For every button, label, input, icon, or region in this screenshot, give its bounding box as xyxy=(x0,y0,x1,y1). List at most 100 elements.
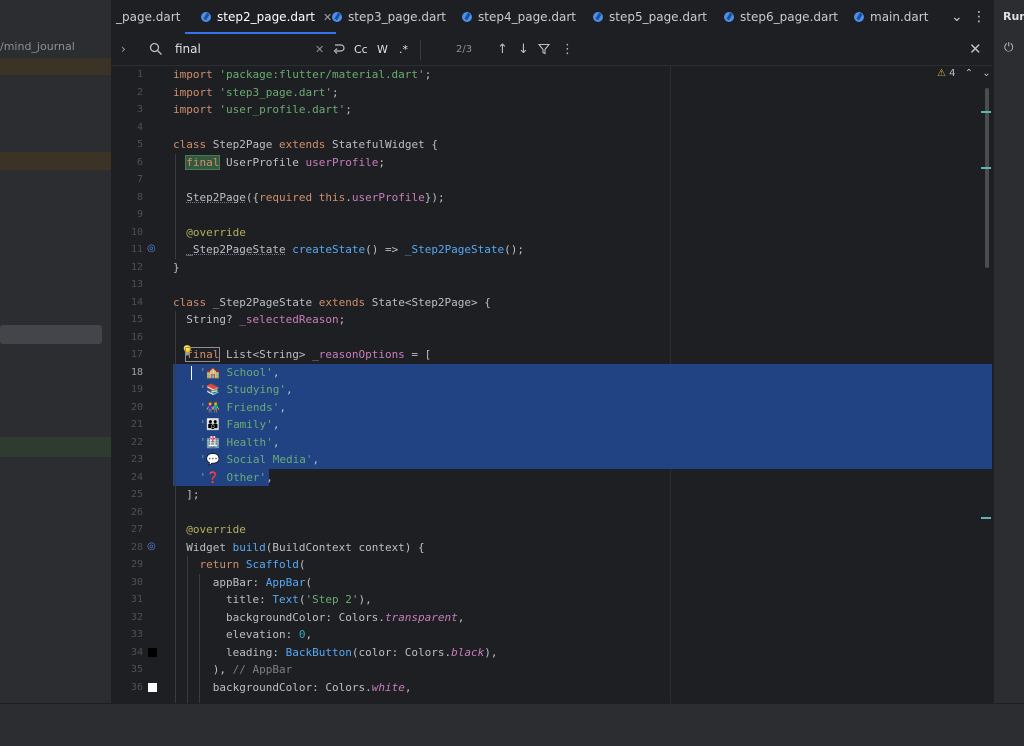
tab-step4-page[interactable]: step4_page.dart xyxy=(462,0,576,34)
chevron-down-icon[interactable]: ⌄ xyxy=(951,0,963,34)
code-line: 25 ]; xyxy=(111,486,992,504)
line-number: 34 xyxy=(130,646,143,658)
code-token: @override xyxy=(173,224,246,242)
dart-file-icon xyxy=(854,12,864,22)
divider xyxy=(420,40,421,60)
code-line: 8 Step2Page({required this.userProfile})… xyxy=(111,189,992,207)
close-find-icon[interactable]: ✕ xyxy=(969,34,982,65)
replace-icon[interactable] xyxy=(331,34,345,65)
code-line: 21 '👪 Family', xyxy=(111,416,992,434)
line-number: 20 xyxy=(130,401,143,413)
code-line: 31 title: Text('Step 2'), xyxy=(111,591,992,609)
code-token: '🏫 School' xyxy=(199,365,273,379)
filter-icon[interactable] xyxy=(537,34,551,65)
code-line: 30 appBar: AppBar( xyxy=(111,574,992,592)
code-editor[interactable]: ⚠ 4 ⌃ ⌄ 1 import 'package:flutter/materia… xyxy=(111,66,992,703)
code-line: 5 class Step2Page extends StatefulWidget … xyxy=(111,136,992,154)
code-token: build xyxy=(232,540,266,554)
code-token: , xyxy=(266,470,273,484)
code-token: ( xyxy=(298,558,306,571)
code-token: '👫 Friends' xyxy=(199,400,280,414)
code-token: return xyxy=(199,558,240,571)
override-gutter-icon[interactable]: ◎ xyxy=(147,541,156,552)
code-token: '👫 Friends', xyxy=(173,399,287,417)
code-token: Widget build(BuildContext context) { xyxy=(173,539,424,557)
tab-main[interactable]: main.dart xyxy=(854,0,928,34)
code-line: 22 '🏥 Health', xyxy=(111,434,992,452)
code-token: , xyxy=(286,383,293,396)
color-swatch-black[interactable] xyxy=(148,647,157,657)
code-line: 20 '👫 Friends', xyxy=(111,399,992,417)
more-vertical-icon[interactable]: ⋮ xyxy=(972,0,986,34)
code-token: import xyxy=(173,85,213,99)
project-item-selected[interactable] xyxy=(0,325,102,344)
code-line: 34 leading: BackButton(color: Colors.bla… xyxy=(111,644,992,662)
code-token: white xyxy=(371,680,405,694)
dart-file-icon xyxy=(724,12,734,22)
code-token: ; xyxy=(345,103,352,116)
tab-step5-page[interactable]: step5_page.dart xyxy=(593,0,707,34)
color-swatch-white[interactable] xyxy=(148,682,157,692)
code-line: 29 return Scaffold( xyxy=(111,556,992,574)
code-token: AppBar xyxy=(265,575,306,589)
code-token: _reasonOptions xyxy=(312,348,405,361)
tab-step3-page[interactable]: step3_page.dart xyxy=(332,0,446,34)
code-token: , xyxy=(272,435,280,449)
tab-step2-page[interactable]: step2_page.dart ✕ xyxy=(184,0,337,34)
power-icon[interactable]: ⏻ xyxy=(1004,40,1014,55)
code-token: : xyxy=(272,645,286,659)
code-line: 3 import 'user_profile.dart'; xyxy=(111,101,992,119)
code-token: , xyxy=(272,418,280,431)
close-icon[interactable]: ✕ xyxy=(323,11,332,24)
search-icon[interactable] xyxy=(149,34,163,65)
code-token: _Step2PageState createState() => _Step2P… xyxy=(173,241,524,259)
more-vertical-icon[interactable]: ⋮ xyxy=(561,34,574,65)
tab-page-dart[interactable]: _page.dart xyxy=(116,0,180,34)
search-match: final xyxy=(185,154,221,170)
code-token: : Colors. xyxy=(312,680,372,694)
line-number: 23 xyxy=(130,454,143,465)
code-token: @override xyxy=(173,521,246,539)
project-item-highlight[interactable] xyxy=(0,152,111,170)
tab-step6-page[interactable]: step6_page.dart xyxy=(724,0,838,34)
code-token: appBar: AppBar( xyxy=(173,574,312,592)
code-line: 35 ), // AppBar xyxy=(111,661,992,679)
code-token: backgroundColor: Colors.white, xyxy=(173,679,412,697)
code-token: return Scaffold( xyxy=(173,556,306,574)
code-line: 18 '🏫 School', xyxy=(111,364,992,382)
code-line: 6 final UserProfile userProfile; xyxy=(111,154,992,172)
arrow-down-icon[interactable]: ↓ xyxy=(518,34,529,65)
code-token: transparent xyxy=(384,610,458,624)
code-token: appBar xyxy=(212,575,253,589)
clear-search-icon[interactable]: ✕ xyxy=(315,34,324,65)
code-token: backgroundColor: Colors.transparent, xyxy=(173,609,464,627)
run-panel: Run ⏻ xyxy=(993,0,1024,703)
line-number: 29 xyxy=(130,559,143,570)
code-line: 7 xyxy=(111,171,992,189)
code-token: import xyxy=(173,68,213,81)
code-token: _selectedReason xyxy=(239,313,339,326)
code-line: 14 class _Step2PageState extends State<St… xyxy=(111,294,992,312)
code-token: (); xyxy=(504,243,525,256)
regex-toggle[interactable]: .* xyxy=(399,34,408,65)
line-number: 4 xyxy=(136,121,143,133)
project-item-highlight[interactable] xyxy=(0,437,111,457)
arrow-up-icon[interactable]: ↑ xyxy=(497,34,508,65)
code-token: BackButton xyxy=(285,645,352,659)
code-token: ), // AppBar xyxy=(173,661,292,679)
whole-word-toggle[interactable]: W xyxy=(377,34,388,65)
line-number: 9 xyxy=(136,209,143,220)
code-token: title xyxy=(225,593,260,606)
line-number: 21 xyxy=(130,419,143,430)
match-case-toggle[interactable]: Cc xyxy=(354,34,368,65)
code-line: 2 import 'step3_page.dart'; xyxy=(111,84,992,102)
search-input[interactable]: final xyxy=(175,34,201,65)
line-number: 33 xyxy=(130,629,143,640)
line-number: 3 xyxy=(136,104,143,115)
project-item-highlight[interactable] xyxy=(0,58,111,75)
override-gutter-icon[interactable]: ◎ xyxy=(147,243,156,254)
code-token: ; xyxy=(331,85,339,99)
code-line: 26 xyxy=(111,504,992,522)
code-line: 11 ◎ _Step2PageState createState() => _St… xyxy=(111,241,992,259)
chevron-right-icon[interactable]: › xyxy=(121,34,126,65)
